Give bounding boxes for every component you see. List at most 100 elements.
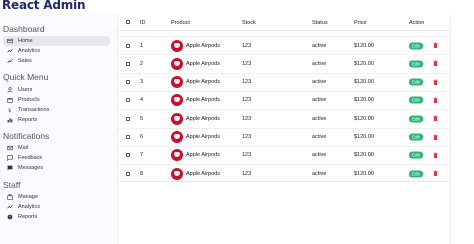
product-cell: Apple Airpods (171, 94, 220, 107)
row-checkbox[interactable] (126, 80, 130, 85)
table-row[interactable]: 6 Apple Airpods 123 active $120.00 Edit (118, 127, 450, 146)
sidebar-item-label: Reports (18, 214, 38, 220)
row-checkbox[interactable] (126, 171, 130, 176)
sidebar-item-analytics[interactable]: Analytics (3, 46, 110, 56)
row-id: 2 (140, 60, 144, 67)
sidebar-item-sales[interactable]: Sales (3, 56, 110, 66)
product-name: Apple Airpods (186, 115, 220, 122)
sidebar-item-products[interactable]: Products (3, 95, 110, 105)
delete-icon[interactable] (432, 97, 438, 104)
table-row[interactable]: 7 Apple Airpods 123 active $120.00 Edit (118, 145, 450, 164)
sidebar: Dashboard Home Analytics Sales Quick Men… (0, 14, 118, 244)
table-row[interactable]: 5 Apple Airpods 123 active $120.00 Edit (118, 109, 450, 127)
sidebar-item-manage[interactable]: Manage (3, 192, 110, 202)
product-avatar (171, 112, 183, 125)
sidebar-item-label: Messages (18, 165, 44, 171)
sidebar-item-staff-analytics[interactable]: Analytics (3, 202, 110, 212)
sidebar-item-reports[interactable]: Reports (3, 115, 110, 125)
delete-icon[interactable] (432, 115, 438, 122)
product-cell: Apple Airpods (171, 131, 220, 143)
edit-button[interactable]: Edit (409, 42, 423, 49)
product-avatar (171, 131, 183, 143)
table-row[interactable]: 8 Apple Airpods 123 active $120.00 Edit (118, 164, 450, 182)
row-stock: 123 (242, 60, 252, 67)
home-icon (5, 36, 15, 46)
row-status: active (312, 134, 327, 140)
row-checkbox[interactable] (126, 98, 130, 103)
product-name: Apple Airpods (186, 42, 220, 49)
column-header-status[interactable]: Status (312, 20, 328, 26)
row-checkbox[interactable] (126, 61, 130, 66)
column-header-id[interactable]: ID (140, 20, 146, 26)
edit-button[interactable]: Edit (409, 115, 423, 123)
table-row[interactable]: 4 Apple Airpods 123 active $120.00 Edit (118, 90, 450, 109)
row-status: active (312, 170, 327, 177)
row-stock: 123 (242, 170, 252, 177)
table-row[interactable]: 2 Apple Airpods 123 active $120.00 Edit (118, 54, 450, 72)
edit-button[interactable]: Edit (409, 170, 423, 178)
table-row[interactable]: 1 Apple Airpods 123 active $120.00 Edit (118, 36, 450, 54)
product-avatar (171, 149, 183, 162)
row-stock: 123 (242, 115, 252, 122)
product-name: Apple Airpods (186, 170, 220, 177)
sidebar-item-mail[interactable]: Mail (3, 143, 110, 153)
product-cell: Apple Airpods (171, 39, 220, 52)
sidebar-item-messages[interactable]: Messages (3, 163, 110, 173)
sidebar-item-label: Home (18, 38, 33, 44)
sidebar-item-label: Feedback (18, 155, 43, 161)
row-price: $120.00 (354, 152, 374, 159)
column-header-price[interactable]: Price (354, 20, 367, 26)
sidebar-item-label: Products (18, 97, 40, 103)
sidebar-item-label: Transactions (18, 107, 50, 113)
row-id: 3 (140, 79, 144, 86)
timeline-icon (5, 46, 15, 56)
row-checkbox[interactable] (126, 153, 130, 158)
sidebar-section-title: Dashboard (3, 24, 45, 34)
delete-icon[interactable] (432, 42, 438, 49)
row-id: 8 (140, 170, 144, 177)
sidebar-item-feedback[interactable]: Feedback (3, 153, 110, 163)
product-avatar (171, 94, 183, 107)
row-status: active (312, 152, 327, 159)
column-header-product[interactable]: Product (171, 20, 190, 26)
product-avatar (171, 57, 183, 70)
delete-icon[interactable] (432, 134, 438, 141)
product-name: Apple Airpods (186, 152, 220, 159)
product-cell: Apple Airpods (171, 112, 220, 125)
column-header-action[interactable]: Action (409, 20, 424, 26)
sidebar-item-staff-reports[interactable]: Reports (3, 212, 110, 222)
delete-icon[interactable] (432, 152, 438, 159)
column-header-stock[interactable]: Stock (242, 20, 256, 26)
sidebar-item-transactions[interactable]: $ Transactions (3, 105, 110, 115)
sidebar-item-users[interactable]: Users (3, 85, 110, 95)
edit-button[interactable]: Edit (409, 96, 423, 104)
trending-up-icon (5, 56, 15, 66)
report-icon (5, 212, 15, 222)
delete-icon[interactable] (432, 79, 438, 86)
row-price: $120.00 (354, 60, 374, 67)
product-avatar (171, 39, 183, 52)
row-checkbox[interactable] (126, 43, 130, 48)
row-status: active (312, 115, 327, 122)
edit-button[interactable]: Edit (409, 60, 423, 68)
edit-button[interactable]: Edit (409, 151, 423, 159)
edit-button[interactable]: Edit (409, 133, 423, 141)
row-id: 5 (140, 115, 144, 122)
work-icon (5, 192, 15, 202)
chat-icon (5, 163, 15, 173)
row-checkbox[interactable] (126, 135, 130, 139)
app-logo[interactable]: React Admin (2, 0, 86, 12)
sidebar-item-home[interactable]: Home (3, 36, 110, 46)
sidebar-item-label: Mail (18, 145, 29, 151)
delete-icon[interactable] (432, 170, 438, 177)
delete-icon[interactable] (432, 60, 438, 67)
svg-text:$: $ (8, 108, 11, 113)
row-price: $120.00 (354, 115, 374, 122)
row-price: $120.00 (354, 42, 374, 49)
select-all-checkbox[interactable] (126, 20, 130, 24)
vertical-divider (450, 14, 451, 244)
edit-button[interactable]: Edit (409, 78, 423, 86)
row-checkbox[interactable] (126, 116, 130, 121)
sidebar-item-label: Analytics (18, 204, 41, 210)
table-row[interactable]: 3 Apple Airpods 123 active $120.00 Edit (118, 72, 450, 91)
